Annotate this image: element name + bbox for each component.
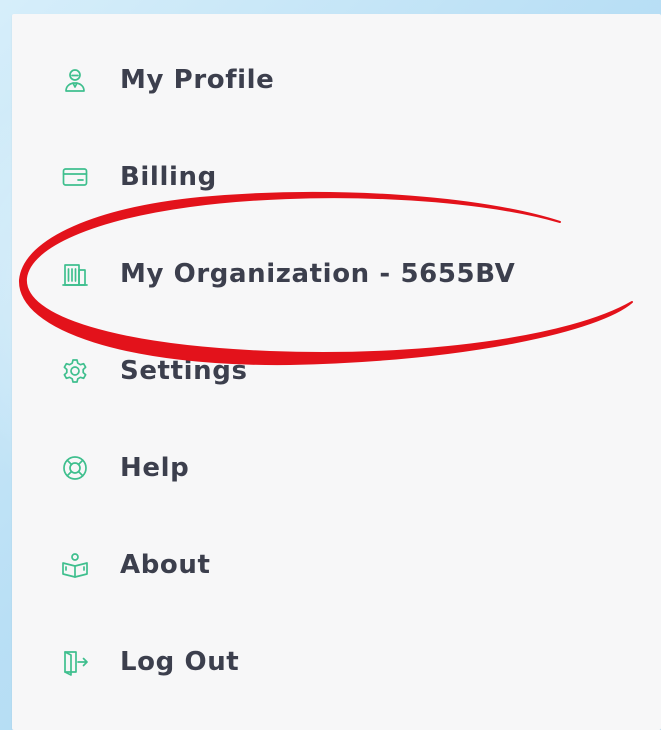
menu-item-my-organization[interactable]: My Organization - 5655BV: [12, 244, 652, 304]
menu-item-label: My Profile: [120, 65, 275, 95]
menu-item-label: Log Out: [120, 647, 240, 677]
menu-item-label: My Organization - 5655BV: [120, 259, 516, 289]
menu-item-label: Billing: [120, 162, 217, 192]
account-menu: My Profile Billing My Organization - 565…: [12, 14, 661, 730]
book-reader-icon: [60, 550, 90, 580]
menu-item-my-profile[interactable]: My Profile: [12, 50, 652, 110]
menu-item-settings[interactable]: Settings: [12, 341, 652, 401]
credit-card-icon: [60, 162, 90, 192]
menu-item-about[interactable]: About: [12, 535, 652, 595]
menu-item-help[interactable]: Help: [12, 438, 652, 498]
menu-item-billing[interactable]: Billing: [12, 147, 652, 207]
menu-item-label: Settings: [120, 356, 248, 386]
menu-item-label: About: [120, 550, 211, 580]
gear-icon: [60, 356, 90, 386]
user-profile-icon: [60, 65, 90, 95]
menu-item-label: Help: [120, 453, 190, 483]
menu-item-log-out[interactable]: Log Out: [12, 632, 652, 692]
logout-icon: [60, 647, 90, 677]
building-icon: [60, 259, 90, 289]
lifebuoy-icon: [60, 453, 90, 483]
